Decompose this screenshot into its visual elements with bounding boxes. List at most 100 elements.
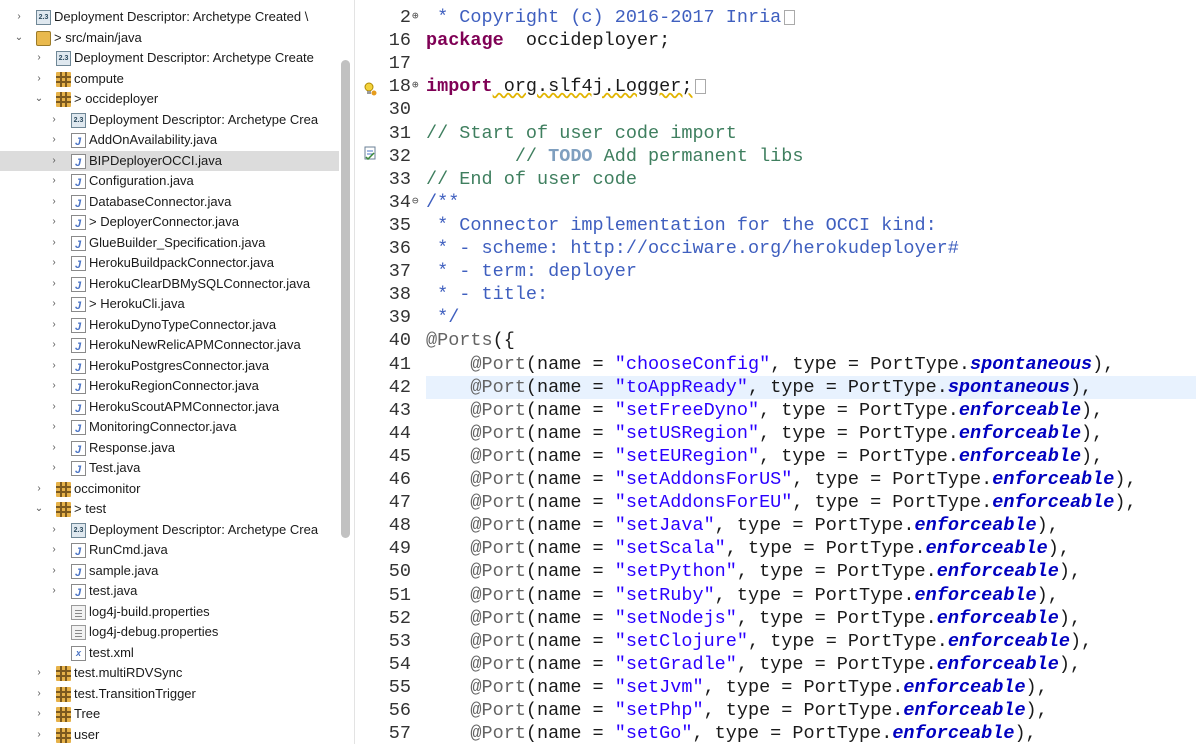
- chevron-right-icon[interactable]: ›: [34, 725, 44, 744]
- chevron-right-icon[interactable]: ›: [49, 540, 59, 560]
- tree-item[interactable]: › > HerokuCli.java: [0, 294, 339, 316]
- code-line[interactable]: 47 @Port(name = "setAddonsForEU", type =…: [355, 491, 1196, 514]
- tree-item[interactable]: › HerokuScoutAPMConnector.java: [0, 397, 339, 419]
- chevron-right-icon[interactable]: ›: [49, 151, 59, 171]
- chevron-right-icon[interactable]: ›: [49, 294, 59, 314]
- tree-item[interactable]: › > DeployerConnector.java: [0, 212, 339, 234]
- code-line[interactable]: 57 @Port(name = "setGo", type = PortType…: [355, 722, 1196, 744]
- code-line[interactable]: 55 @Port(name = "setJvm", type = PortTyp…: [355, 676, 1196, 699]
- chevron-right-icon[interactable]: ›: [49, 376, 59, 396]
- tree-item[interactable]: › compute: [0, 69, 339, 90]
- code-line[interactable]: 45 @Port(name = "setEURegion", type = Po…: [355, 445, 1196, 468]
- chevron-right-icon[interactable]: ›: [14, 7, 24, 27]
- chevron-down-icon[interactable]: ⌄: [14, 28, 24, 48]
- code-line[interactable]: 30: [355, 98, 1196, 121]
- tree-item[interactable]: › AddOnAvailability.java: [0, 130, 339, 152]
- tree-item[interactable]: › MonitoringConnector.java: [0, 417, 339, 439]
- code-line[interactable]: 52 @Port(name = "setNodejs", type = Port…: [355, 607, 1196, 630]
- chevron-down-icon[interactable]: ⌄: [34, 89, 44, 109]
- tree-item[interactable]: › Test.java: [0, 458, 339, 480]
- code-line[interactable]: 54 @Port(name = "setGradle", type = Port…: [355, 653, 1196, 676]
- code-line[interactable]: 40 @Ports({: [355, 329, 1196, 352]
- tree-item[interactable]: ⌄ > occideployer: [0, 89, 339, 110]
- tree-item[interactable]: › 2.3 Deployment Descriptor: Archetype Cre…: [0, 48, 339, 69]
- fold-collapse-icon[interactable]: ⊖: [412, 191, 419, 214]
- code-line[interactable]: 50 @Port(name = "setPython", type = Port…: [355, 560, 1196, 583]
- fold-expand-icon[interactable]: ⊕: [412, 6, 419, 29]
- chevron-right-icon[interactable]: ›: [49, 581, 59, 601]
- tree-item[interactable]: log4j-debug.properties: [0, 622, 339, 643]
- chevron-right-icon[interactable]: ›: [49, 417, 59, 437]
- code-line[interactable]: 51 @Port(name = "setRuby", type = PortTy…: [355, 584, 1196, 607]
- tree-item[interactable]: › sample.java: [0, 561, 339, 583]
- tree-item[interactable]: ⌄ > test: [0, 499, 339, 520]
- tree-item[interactable]: › test.java: [0, 581, 339, 603]
- chevron-right-icon[interactable]: ›: [49, 335, 59, 355]
- folded-region-marker[interactable]: [695, 78, 707, 94]
- tree-item[interactable]: › user: [0, 725, 339, 744]
- tree-item[interactable]: › DatabaseConnector.java: [0, 192, 339, 214]
- chevron-right-icon[interactable]: ›: [34, 684, 44, 704]
- code-editor[interactable]: 2 ⊕ * Copyright (c) 2016-2017 Inria 16 pack…: [355, 0, 1196, 744]
- chevron-right-icon[interactable]: ›: [49, 438, 59, 458]
- tree-item[interactable]: › Response.java: [0, 438, 339, 460]
- chevron-right-icon[interactable]: ›: [34, 479, 44, 499]
- code-line[interactable]: 18 ⊕ import org.slf4j.Logger;: [355, 75, 1196, 98]
- tree-item[interactable]: › HerokuRegionConnector.java: [0, 376, 339, 398]
- tree-item[interactable]: › HerokuBuildpackConnector.java: [0, 253, 339, 275]
- tree-item[interactable]: › test.TransitionTrigger: [0, 684, 339, 705]
- chevron-down-icon[interactable]: ⌄: [34, 499, 44, 519]
- code-line[interactable]: 17: [355, 52, 1196, 75]
- code-line[interactable]: 53 @Port(name = "setClojure", type = Por…: [355, 630, 1196, 653]
- tree-item[interactable]: › test.multiRDVSync: [0, 663, 339, 684]
- code-line[interactable]: 2 ⊕ * Copyright (c) 2016-2017 Inria: [355, 6, 1196, 29]
- code-line[interactable]: 35 * Connector implementation for the OC…: [355, 214, 1196, 237]
- code-line[interactable]: 44 @Port(name = "setUSRegion", type = Po…: [355, 422, 1196, 445]
- chevron-right-icon[interactable]: ›: [34, 663, 44, 683]
- code-line[interactable]: 32 // TODO Add permanent libs: [355, 145, 1196, 168]
- chevron-right-icon[interactable]: ›: [49, 315, 59, 335]
- chevron-right-icon[interactable]: ›: [49, 233, 59, 253]
- code-line[interactable]: 41 @Port(name = "chooseConfig", type = P…: [355, 353, 1196, 376]
- code-line[interactable]: 16 package occideployer;: [355, 29, 1196, 52]
- code-line[interactable]: 38 * - title:: [355, 283, 1196, 306]
- code-line[interactable]: 48 @Port(name = "setJava", type = PortTy…: [355, 514, 1196, 537]
- chevron-right-icon[interactable]: ›: [49, 171, 59, 191]
- chevron-right-icon[interactable]: ›: [49, 110, 59, 130]
- chevron-right-icon[interactable]: ›: [49, 192, 59, 212]
- code-line[interactable]: 56 @Port(name = "setPhp", type = PortTyp…: [355, 699, 1196, 722]
- code-line[interactable]: 46 @Port(name = "setAddonsForUS", type =…: [355, 468, 1196, 491]
- chevron-right-icon[interactable]: ›: [49, 520, 59, 540]
- chevron-right-icon[interactable]: ›: [49, 356, 59, 376]
- tree-item[interactable]: › BIPDeployerOCCI.java: [0, 150, 339, 173]
- fold-expand-icon[interactable]: ⊕: [412, 75, 419, 98]
- chevron-right-icon[interactable]: ›: [49, 561, 59, 581]
- code-line[interactable]: 31 // Start of user code import: [355, 122, 1196, 145]
- chevron-right-icon[interactable]: ›: [49, 253, 59, 273]
- tree-item[interactable]: › 2.3 Deployment Descriptor: Archetype Cre…: [0, 7, 339, 28]
- code-line[interactable]: 34 ⊖ /**: [355, 191, 1196, 214]
- tree-item[interactable]: x test.xml: [0, 643, 339, 664]
- tree-item[interactable]: ⌄ > src/main/java: [0, 28, 339, 49]
- tree-item[interactable]: › HerokuPostgresConnector.java: [0, 356, 339, 378]
- chevron-right-icon[interactable]: ›: [34, 48, 44, 68]
- tree-scrollbar[interactable]: [341, 60, 350, 538]
- tree-item[interactable]: log4j-build.properties: [0, 602, 339, 623]
- chevron-right-icon[interactable]: ›: [49, 212, 59, 232]
- tree-item[interactable]: › occimonitor: [0, 479, 339, 500]
- code-line[interactable]: 39 */: [355, 306, 1196, 329]
- code-line[interactable]: 49 @Port(name = "setScala", type = PortT…: [355, 537, 1196, 560]
- chevron-right-icon[interactable]: ›: [49, 397, 59, 417]
- tree-item[interactable]: › HerokuDynoTypeConnector.java: [0, 315, 339, 337]
- tree-item[interactable]: › HerokuNewRelicAPMConnector.java: [0, 335, 339, 357]
- code-line[interactable]: 42 @Port(name = "toAppReady", type = Por…: [389, 375, 1196, 399]
- code-line[interactable]: 36 * - scheme: http://occiware.org/herok…: [355, 237, 1196, 260]
- tree-item[interactable]: › 2.3 Deployment Descriptor: Archetype Cre…: [0, 520, 339, 541]
- chevron-right-icon[interactable]: ›: [34, 69, 44, 89]
- tree-item[interactable]: › Tree: [0, 704, 339, 725]
- chevron-right-icon[interactable]: ›: [34, 704, 44, 724]
- tree-item[interactable]: › HerokuClearDBMySQLConnector.java: [0, 274, 339, 296]
- tree-item[interactable]: › RunCmd.java: [0, 540, 339, 562]
- folded-region-marker[interactable]: [784, 9, 796, 25]
- chevron-right-icon[interactable]: ›: [49, 458, 59, 478]
